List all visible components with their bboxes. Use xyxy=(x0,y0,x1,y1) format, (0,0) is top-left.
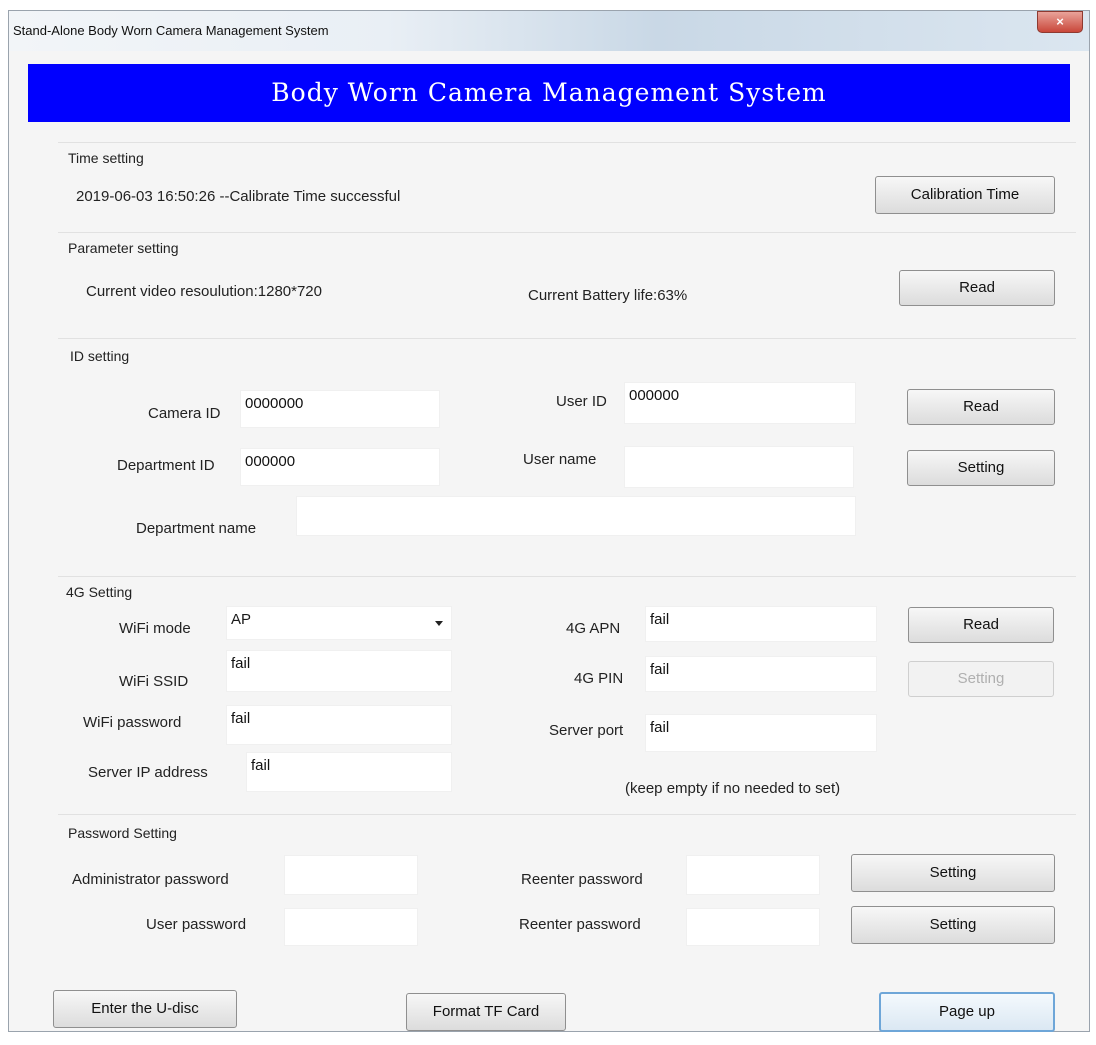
server-port-field[interactable]: fail xyxy=(645,714,877,752)
department-id-field[interactable]: 000000 xyxy=(240,448,440,486)
password-setting-title: Password Setting xyxy=(68,825,177,841)
video-resolution-text: Current video resoulution:1280*720 xyxy=(86,283,322,300)
4g-setting-title: 4G Setting xyxy=(66,584,133,600)
reenter-admin-password-field[interactable] xyxy=(686,855,820,895)
time-status-text: 2019-06-03 16:50:26 --Calibrate Time suc… xyxy=(76,188,401,205)
user-id-field[interactable]: 000000 xyxy=(624,382,856,424)
window-title: Stand-Alone Body Worn Camera Management … xyxy=(13,23,329,38)
user-password-label: User password xyxy=(146,916,247,933)
camera-id-label: Camera ID xyxy=(148,405,221,422)
reenter-password-label-2: Reenter password xyxy=(519,916,641,933)
battery-life-text: Current Battery life:63% xyxy=(528,287,688,304)
header-banner: Body Worn Camera Management System xyxy=(28,64,1070,122)
camera-id-field[interactable]: 0000000 xyxy=(240,390,440,428)
enter-udisc-button[interactable]: Enter the U-disc xyxy=(53,990,237,1028)
admin-password-label: Administrator password xyxy=(72,871,229,888)
user-name-field[interactable] xyxy=(624,446,854,488)
department-name-field[interactable] xyxy=(296,496,856,536)
id-setting-title: ID setting xyxy=(70,348,130,364)
4g-read-button[interactable]: Read xyxy=(908,607,1054,643)
wifi-mode-label: WiFi mode xyxy=(119,620,191,637)
admin-password-setting-button[interactable]: Setting xyxy=(851,854,1055,892)
admin-password-field[interactable] xyxy=(284,855,418,895)
banner-title: Body Worn Camera Management System xyxy=(271,78,827,107)
4g-setting-button[interactable]: Setting xyxy=(908,661,1054,697)
4g-pin-field[interactable]: fail xyxy=(645,656,877,692)
title-bar[interactable]: Stand-Alone Body Worn Camera Management … xyxy=(9,11,1089,51)
4g-hint-text: (keep empty if no needed to set) xyxy=(625,780,841,797)
page-up-button[interactable]: Page up xyxy=(879,992,1055,1032)
user-password-field[interactable] xyxy=(284,908,418,946)
wifi-ssid-field[interactable]: fail xyxy=(226,650,452,692)
wifi-mode-value: AP xyxy=(231,611,252,628)
server-ip-label: Server IP address xyxy=(88,764,208,781)
4g-apn-field[interactable]: fail xyxy=(645,606,877,642)
user-name-label: User name xyxy=(523,451,597,468)
user-id-label: User ID xyxy=(556,393,607,410)
server-port-label: Server port xyxy=(549,722,624,739)
department-name-label: Department name xyxy=(136,520,257,537)
4g-pin-label: 4G PIN xyxy=(574,670,624,687)
id-setting-button[interactable]: Setting xyxy=(907,450,1055,486)
parameter-setting-title: Parameter setting xyxy=(68,240,179,256)
department-id-label: Department ID xyxy=(117,457,215,474)
close-icon[interactable]: × xyxy=(1037,11,1083,33)
server-ip-field[interactable]: fail xyxy=(246,752,452,792)
id-read-button[interactable]: Read xyxy=(907,389,1055,425)
format-tf-card-button[interactable]: Format TF Card xyxy=(406,993,566,1031)
chevron-down-icon xyxy=(435,621,443,626)
user-password-setting-button[interactable]: Setting xyxy=(851,906,1055,944)
time-setting-title: Time setting xyxy=(68,150,144,166)
wifi-mode-select[interactable]: AP xyxy=(226,606,452,640)
parameter-read-button[interactable]: Read xyxy=(899,270,1055,306)
calibration-time-button[interactable]: Calibration Time xyxy=(875,176,1055,214)
wifi-password-label: WiFi password xyxy=(83,714,182,731)
reenter-password-label-1: Reenter password xyxy=(521,871,643,888)
wifi-ssid-label: WiFi SSID xyxy=(119,673,189,690)
4g-apn-label: 4G APN xyxy=(566,620,621,637)
reenter-user-password-field[interactable] xyxy=(686,908,820,946)
wifi-password-field[interactable]: fail xyxy=(226,705,452,745)
